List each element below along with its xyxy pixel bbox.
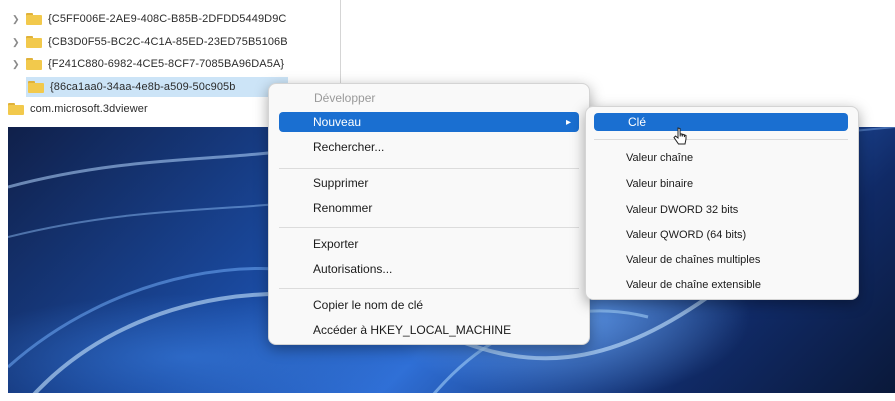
submenu-item-qword-value[interactable]: Valeur QWORD (64 bits)	[594, 224, 848, 246]
tree-item[interactable]: ❯ {CB3D0F55-BC2C-4C1A-85ED-23ED75B5106B	[12, 32, 288, 52]
tree-item-label: {C5FF006E-2AE9-408C-B85B-2DFDD5449D9C	[48, 13, 287, 25]
menu-item-label: Accéder à HKEY_LOCAL_MACHINE	[313, 323, 512, 337]
menu-separator	[594, 139, 848, 140]
submenu-item-dword-value[interactable]: Valeur DWORD 32 bits	[594, 199, 848, 221]
menu-item-label: Clé	[628, 115, 647, 129]
submenu-item-expandable-string-value[interactable]: Valeur de chaîne extensible	[594, 274, 848, 296]
folder-icon	[26, 58, 42, 70]
tree-item-label: com.microsoft.3dviewer	[30, 103, 148, 115]
mouse-pointer-icon	[673, 127, 687, 145]
menu-item-label: Renommer	[313, 201, 373, 215]
menu-item-label: Rechercher...	[313, 140, 385, 154]
menu-item-label: Nouveau	[313, 115, 362, 129]
chevron-right-icon[interactable]: ❯	[12, 59, 22, 70]
menu-item-label: Valeur chaîne	[626, 152, 694, 164]
menu-separator	[279, 168, 579, 169]
menu-item-label: Valeur DWORD 32 bits	[626, 204, 739, 216]
menu-item-find[interactable]: Rechercher...	[279, 136, 579, 158]
tree-item[interactable]: com.microsoft.3dviewer	[8, 99, 148, 119]
menu-separator	[279, 227, 579, 228]
menu-item-delete[interactable]: Supprimer	[279, 172, 579, 194]
chevron-right-icon: ▸	[565, 116, 571, 128]
menu-item-label: Autorisations...	[313, 262, 393, 276]
menu-item-label: Exporter	[313, 237, 359, 251]
folder-icon	[28, 81, 44, 93]
tree-item-selected[interactable]: {86ca1aa0-34aa-4e8b-a509-50c905b	[26, 77, 288, 97]
tree-item-label: {CB3D0F55-BC2C-4C1A-85ED-23ED75B5106B	[48, 36, 288, 48]
folder-icon	[26, 36, 42, 48]
chevron-right-icon[interactable]: ❯	[12, 14, 22, 25]
context-menu: Développer Nouveau ▸ Rechercher... Suppr…	[268, 83, 590, 345]
tree-item[interactable]: ❯ {F241C880-6982-4CE5-8CF7-7085BA96DA5A}	[12, 54, 284, 74]
menu-separator	[279, 288, 579, 289]
submenu-new: Clé Valeur chaîne Valeur binaire Valeur …	[585, 106, 859, 300]
submenu-item-binary-value[interactable]: Valeur binaire	[594, 173, 848, 195]
tree-item-label: {86ca1aa0-34aa-4e8b-a509-50c905b	[50, 81, 236, 93]
menu-item-label: Développer	[314, 91, 376, 105]
menu-item-permissions[interactable]: Autorisations...	[279, 258, 579, 280]
submenu-item-multi-string-value[interactable]: Valeur de chaînes multiples	[594, 249, 848, 271]
menu-item-goto-hklm[interactable]: Accéder à HKEY_LOCAL_MACHINE	[279, 319, 579, 341]
bottom-edge	[0, 393, 895, 401]
menu-item-label: Valeur QWORD (64 bits)	[626, 229, 747, 241]
tree-item-label: {F241C880-6982-4CE5-8CF7-7085BA96DA5A}	[48, 58, 285, 70]
folder-icon	[8, 103, 24, 115]
folder-icon	[26, 13, 42, 25]
submenu-item-key[interactable]: Clé	[594, 113, 848, 131]
menu-item-label: Valeur de chaînes multiples	[626, 254, 761, 266]
menu-item-expand[interactable]: Développer	[279, 87, 579, 109]
tree-item[interactable]: ❯ {C5FF006E-2AE9-408C-B85B-2DFDD5449D9C	[12, 9, 286, 29]
menu-item-new[interactable]: Nouveau ▸	[279, 112, 579, 132]
menu-item-label: Copier le nom de clé	[313, 298, 424, 312]
chevron-right-icon[interactable]: ❯	[12, 37, 22, 48]
menu-item-label: Valeur de chaîne extensible	[626, 279, 761, 291]
menu-item-copy-key-name[interactable]: Copier le nom de clé	[279, 294, 579, 316]
menu-item-export[interactable]: Exporter	[279, 233, 579, 255]
menu-item-rename[interactable]: Renommer	[279, 197, 579, 219]
submenu-item-string-value[interactable]: Valeur chaîne	[594, 147, 848, 169]
menu-item-label: Supprimer	[313, 176, 369, 190]
menu-item-label: Valeur binaire	[626, 178, 694, 190]
